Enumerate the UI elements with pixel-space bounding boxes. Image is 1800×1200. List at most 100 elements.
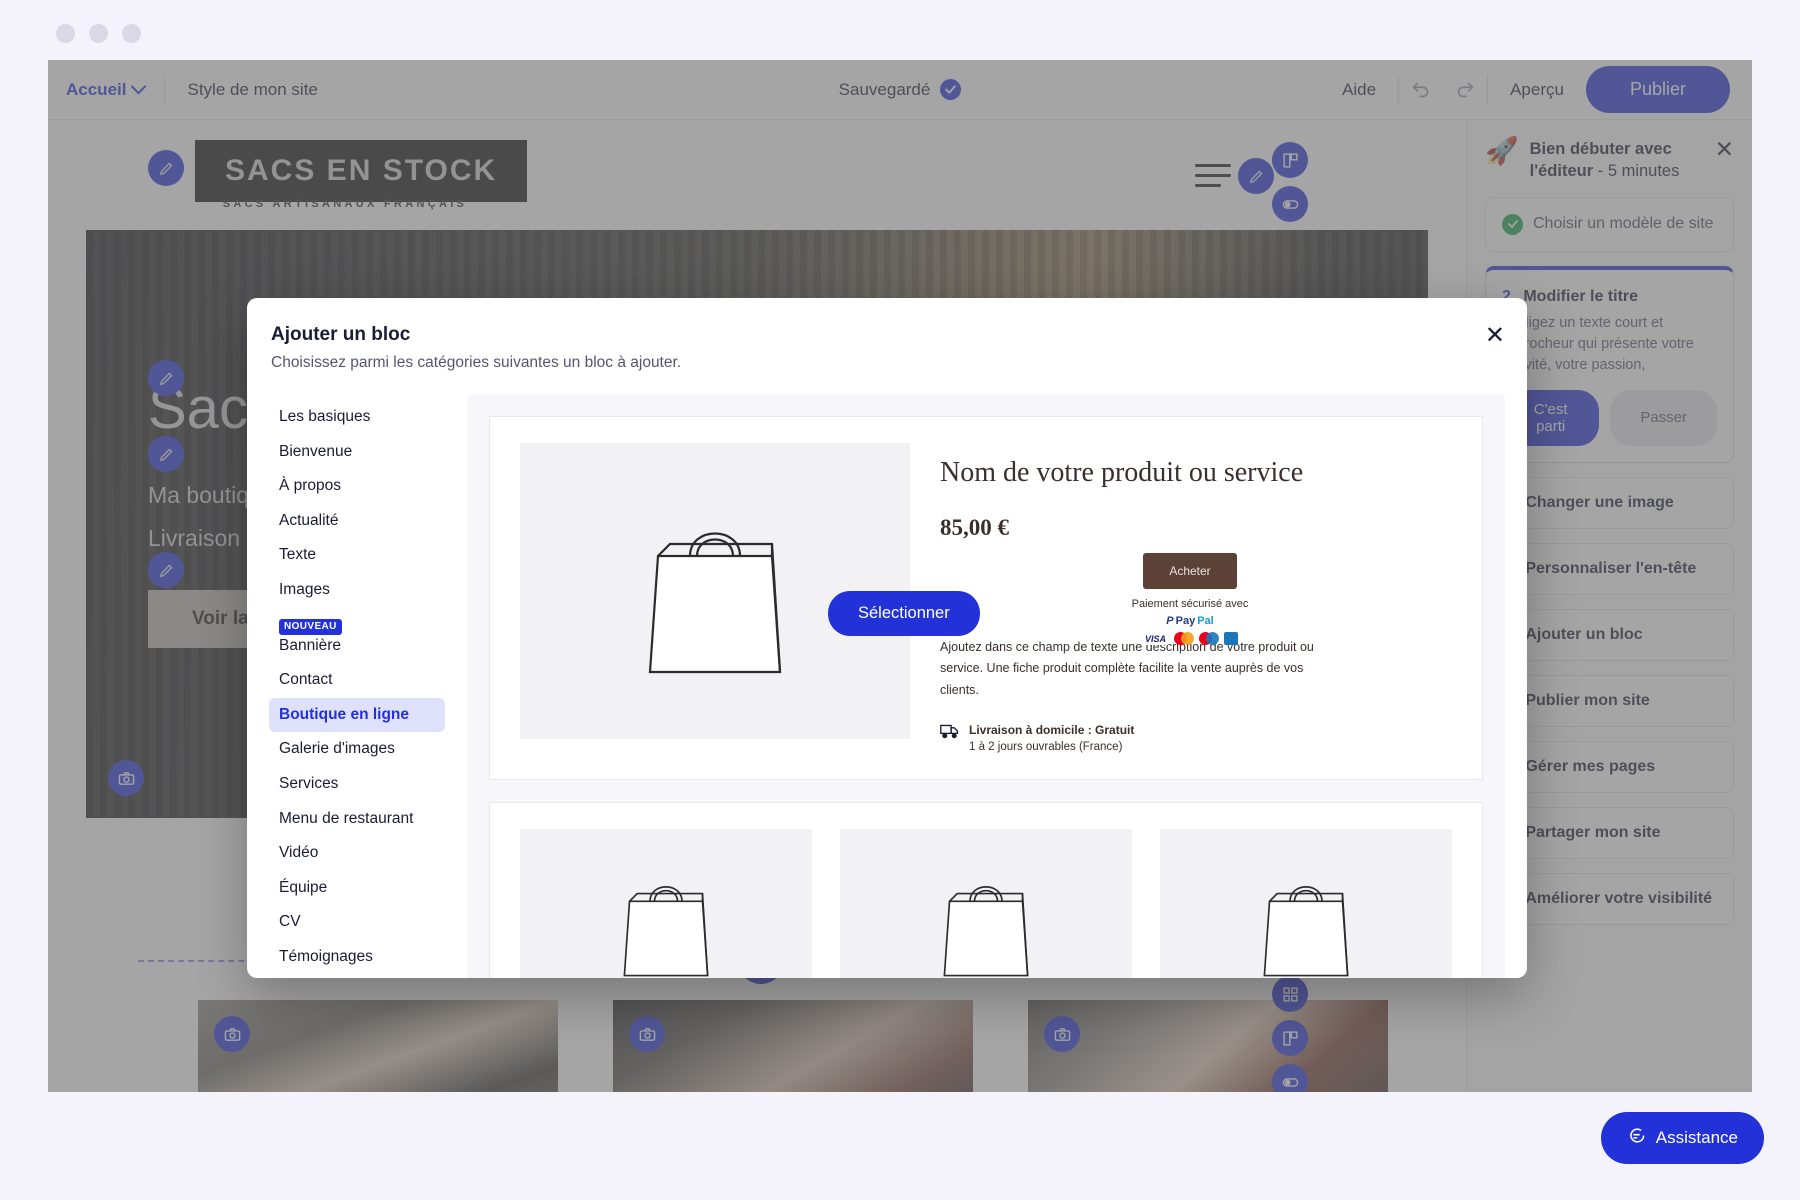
- window-controls: [56, 24, 141, 43]
- category-item-images[interactable]: Images: [269, 573, 445, 608]
- save-status: Sauvegardé: [770, 79, 1030, 100]
- settings-toggle-icon[interactable]: [1272, 186, 1308, 222]
- pencil-edit-icon[interactable]: [148, 360, 184, 396]
- select-block-button[interactable]: Sélectionner: [828, 591, 980, 636]
- chat-bubble-icon: [1627, 1126, 1646, 1150]
- gallery-image[interactable]: [198, 1000, 558, 1092]
- site-header: SACS EN STOCK SACS ARTISANAUX FRANÇAIS: [48, 120, 1466, 228]
- camera-icon[interactable]: [108, 760, 144, 796]
- top-bar-left: Accueil Style de mon site: [48, 60, 340, 119]
- new-badge: NOUVEAU: [279, 618, 342, 635]
- onboarding-step-label: Ajouter un bloc: [1525, 625, 1643, 643]
- gallery-image[interactable]: [613, 1000, 973, 1092]
- category-item-texte[interactable]: Texte: [269, 538, 445, 573]
- close-icon[interactable]: ✕: [1485, 324, 1505, 348]
- secure-payment-label: Paiement sécurisé avec: [1131, 598, 1249, 610]
- onboarding-step-label: Gérer mes pages: [1525, 757, 1656, 775]
- hamburger-menu-icon[interactable]: [1195, 164, 1231, 187]
- onboarding-step-0[interactable]: Choisir un modèle de site: [1485, 196, 1734, 252]
- top-bar-right: Aide Aperçu Publier: [1320, 60, 1752, 119]
- product-grid-cell: [840, 828, 1132, 978]
- site-tagline: SACS ARTISANAUX FRANÇAIS: [222, 198, 468, 210]
- shopping-bag-icon: [1263, 885, 1349, 977]
- style-menu-button[interactable]: Style de mon site: [165, 80, 339, 100]
- product-name: Nom de votre produit ou service: [940, 457, 1304, 488]
- product-grid: [520, 828, 1452, 978]
- onboarding-step-description: Rédigez un texte court et accrocheur qui…: [1502, 314, 1694, 373]
- page-selector-label: Accueil: [66, 79, 127, 99]
- block-tools: [1272, 976, 1308, 1092]
- undo-icon[interactable]: [1399, 68, 1443, 112]
- category-item-les-basiques[interactable]: Les basiques: [269, 400, 445, 435]
- header-tools: [1272, 142, 1308, 222]
- window-dot: [56, 24, 75, 43]
- site-logo[interactable]: SACS EN STOCK: [195, 140, 528, 202]
- camera-icon[interactable]: [629, 1016, 665, 1052]
- category-item-services[interactable]: Services: [269, 767, 445, 802]
- category-item-galerie-d-images[interactable]: Galerie d'images: [269, 732, 445, 767]
- pencil-edit-icon[interactable]: [148, 552, 184, 588]
- block-preview-product[interactable]: Nom de votre produit ou service 85,00 € …: [489, 416, 1483, 780]
- pencil-edit-icon[interactable]: [1238, 158, 1274, 194]
- pencil-edit-icon[interactable]: [148, 436, 184, 472]
- product-description: Ajoutez dans ce champ de texte une descr…: [940, 640, 1314, 697]
- category-item-equipe[interactable]: Équipe: [269, 871, 445, 906]
- layout-grid-icon[interactable]: [1272, 976, 1308, 1012]
- gallery-section: [198, 1000, 1388, 1092]
- product-row: Nom de votre produit ou service 85,00 € …: [520, 443, 1452, 753]
- onboarding-title: Bien débuter avec l'éditeur - 5 minutes: [1530, 138, 1704, 183]
- category-item-actualite[interactable]: Actualité: [269, 504, 445, 539]
- category-item-banniere[interactable]: NOUVEAU Bannière: [269, 608, 445, 664]
- onboarding-step-label: Partager mon site: [1525, 823, 1661, 841]
- style-palette-icon[interactable]: [1272, 142, 1308, 178]
- camera-icon[interactable]: [1044, 1016, 1080, 1052]
- pencil-edit-icon[interactable]: [148, 150, 184, 186]
- buy-button[interactable]: Acheter: [1143, 553, 1237, 589]
- preview-button[interactable]: Aperçu: [1488, 80, 1586, 100]
- category-item-cv[interactable]: CV: [269, 905, 445, 940]
- assistance-button[interactable]: Assistance: [1600, 1112, 1764, 1164]
- camera-icon[interactable]: [214, 1016, 250, 1052]
- skip-step-button[interactable]: Passer: [1610, 389, 1717, 446]
- paypal-label-2: Pal: [1197, 615, 1214, 627]
- style-palette-icon[interactable]: [1272, 1020, 1308, 1056]
- category-list: Les basiques Bienvenue À propos Actualit…: [269, 394, 445, 978]
- paypal-label-1: Pay: [1175, 615, 1196, 627]
- publish-button[interactable]: Publier: [1585, 66, 1730, 113]
- category-item-menu-de-restaurant[interactable]: Menu de restaurant: [269, 802, 445, 837]
- help-button[interactable]: Aide: [1320, 80, 1398, 100]
- card-logos: VISA: [1142, 632, 1238, 645]
- assistance-label: Assistance: [1655, 1128, 1738, 1147]
- close-icon[interactable]: ✕: [1715, 138, 1734, 161]
- product-price: 85,00 €: [940, 515, 1009, 540]
- shopping-bag-icon: [648, 532, 782, 673]
- cb-logo-icon: [1223, 632, 1238, 645]
- onboarding-header: 🚀 Bien débuter avec l'éditeur - 5 minute…: [1485, 138, 1734, 183]
- onboarding-step-label: Choisir un modèle de site: [1533, 215, 1714, 233]
- category-item-video[interactable]: Vidéo: [269, 836, 445, 871]
- rocket-icon: 🚀: [1485, 136, 1519, 166]
- check-circle-icon: [940, 79, 962, 100]
- onboarding-step-label: Personnaliser l'en-tête: [1525, 559, 1697, 577]
- category-item-a-propos[interactable]: À propos: [269, 469, 445, 504]
- shopping-bag-icon: [623, 885, 709, 977]
- page-selector-accueil[interactable]: Accueil: [48, 60, 164, 119]
- category-item-boutique-en-ligne[interactable]: Boutique en ligne: [269, 697, 445, 733]
- settings-toggle-icon[interactable]: [1272, 1064, 1308, 1092]
- site-logo-text: SACS EN STOCK: [225, 154, 498, 187]
- onboarding-step-label: Changer une image: [1525, 493, 1674, 511]
- modal-subtitle: Choisissez parmi les catégories suivante…: [271, 354, 682, 371]
- category-item-contact[interactable]: Contact: [269, 663, 445, 698]
- redo-icon[interactable]: [1443, 68, 1487, 112]
- category-item-temoignages[interactable]: Témoignages: [269, 940, 445, 975]
- product-grid-cell: [1160, 828, 1452, 978]
- modal-title: Ajouter un bloc: [271, 324, 411, 345]
- category-item-bienvenue[interactable]: Bienvenue: [269, 435, 445, 470]
- block-preview-product-grid[interactable]: [489, 801, 1483, 978]
- editor-top-bar: Accueil Style de mon site Sauvegardé Aid…: [48, 60, 1752, 120]
- shipping-info: Livraison à domicile : Gratuit 1 à 2 jou…: [940, 723, 1452, 753]
- gallery-image[interactable]: [1028, 1000, 1388, 1092]
- hero-line-2: Livraison g: [148, 525, 260, 551]
- block-preview-pane: Nom de votre produit ou service 85,00 € …: [467, 394, 1505, 978]
- delivery-truck-icon: [940, 723, 959, 744]
